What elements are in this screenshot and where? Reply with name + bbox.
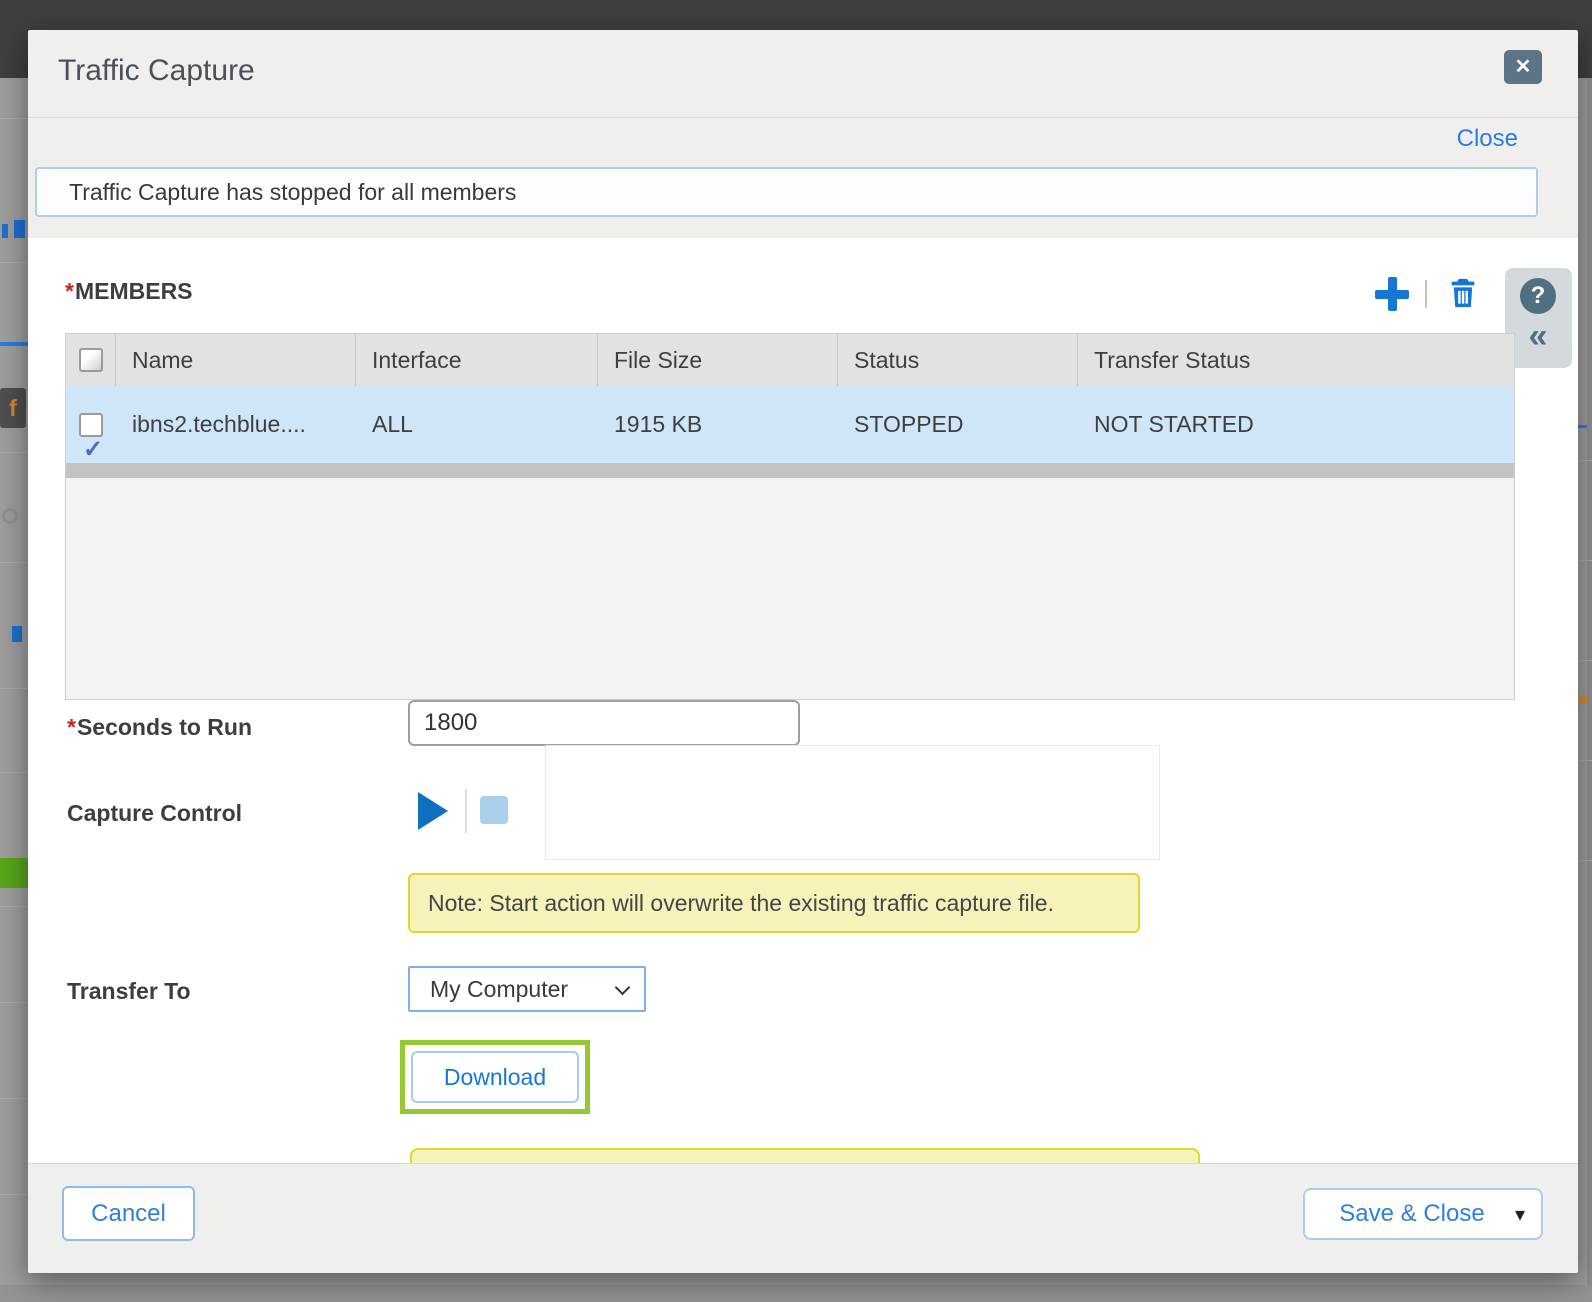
add-member-button[interactable] <box>1375 276 1411 312</box>
capture-control-label: Capture Control <box>67 800 242 827</box>
background-green-bar <box>0 858 28 888</box>
background-tab-indicator <box>0 342 28 346</box>
background-divider <box>0 262 28 263</box>
transfer-to-select[interactable]: My Computer <box>408 966 646 1012</box>
cancel-button[interactable]: Cancel <box>62 1186 195 1241</box>
close-icon[interactable]: ✕ <box>1504 50 1542 84</box>
background-divider <box>0 688 28 689</box>
check-icon: ✓ <box>83 411 103 464</box>
background-link-fragment <box>2 224 8 238</box>
status-message: Traffic Capture has stopped for all memb… <box>35 167 1538 217</box>
dialog-title: Traffic Capture <box>58 54 255 88</box>
required-asterisk: * <box>67 714 76 740</box>
required-asterisk: * <box>65 278 74 304</box>
background-divider <box>0 1194 28 1195</box>
stop-capture-button[interactable] <box>480 796 508 824</box>
clipped-note <box>410 1148 1200 1163</box>
side-panel: ? « <box>1505 268 1572 368</box>
caret-down-icon: ▾ <box>1515 1202 1525 1227</box>
capture-control-divider <box>465 789 467 833</box>
background-divider <box>1578 560 1592 561</box>
background-scrollbar[interactable] <box>1587 78 1592 1302</box>
dialog-titlebar: Traffic Capture ✕ <box>28 30 1578 118</box>
seconds-to-run-label: *Seconds to Run <box>67 714 252 741</box>
download-highlight-box: Download <box>400 1040 590 1114</box>
seconds-to-run-input[interactable] <box>408 700 800 746</box>
save-close-button[interactable]: Save & Close ▾ <box>1303 1188 1543 1240</box>
play-icon <box>418 792 448 830</box>
background-glyph-fragment <box>2 508 18 524</box>
background-divider <box>1578 760 1592 761</box>
background-link-fragment <box>12 626 22 642</box>
background-page-left-fragment: f <box>0 0 28 1302</box>
background-link-fragment <box>14 220 25 238</box>
background-badge: f <box>0 388 26 428</box>
horizontal-scrollbar[interactable] <box>66 463 1514 478</box>
download-button[interactable]: Download <box>411 1051 579 1103</box>
column-header-status[interactable]: Status <box>838 334 1078 386</box>
row-checkbox[interactable]: ✓ <box>79 413 103 437</box>
table-header: Name Interface File Size Status Transfer… <box>66 334 1514 386</box>
column-header-name[interactable]: Name <box>116 334 356 386</box>
background-divider <box>0 1002 28 1003</box>
background-divider <box>1578 860 1592 861</box>
column-header-file-size[interactable]: File Size <box>598 334 838 386</box>
background-divider <box>0 452 28 453</box>
trash-icon <box>1446 298 1480 313</box>
plus-icon <box>1375 277 1409 311</box>
cell-transfer-status: NOT STARTED <box>1078 386 1514 463</box>
cell-interface: ALL <box>356 386 598 463</box>
background-divider <box>0 906 28 907</box>
transfer-to-value: My Computer <box>430 968 568 1010</box>
seconds-label-text: Seconds to Run <box>77 714 252 740</box>
cell-status: STOPPED <box>838 386 1078 463</box>
members-label-text: MEMBERS <box>75 278 193 304</box>
screen: f Traffic Capture ✕ Close Traffic Captur… <box>0 0 1592 1302</box>
help-icon[interactable]: ? <box>1520 278 1556 314</box>
background-footer-band <box>0 1285 1592 1302</box>
traffic-capture-dialog: Traffic Capture ✕ Close Traffic Capture … <box>28 30 1578 1273</box>
toolbar-divider <box>1425 280 1427 308</box>
transfer-to-label: Transfer To <box>67 978 191 1005</box>
background-divider <box>0 772 28 773</box>
save-close-label: Save & Close <box>1339 1200 1484 1227</box>
background-divider <box>0 118 28 119</box>
select-all-checkbox[interactable] <box>79 348 103 372</box>
background-divider <box>0 562 28 563</box>
members-label: *MEMBERS <box>65 278 193 305</box>
start-capture-button[interactable] <box>418 791 452 831</box>
column-header-interface[interactable]: Interface <box>356 334 598 386</box>
overwrite-note: Note: Start action will overwrite the ex… <box>408 873 1140 933</box>
header-checkbox-cell <box>66 334 116 386</box>
dialog-subheader: Close Traffic Capture has stopped for al… <box>28 119 1578 238</box>
background-divider <box>1578 460 1592 461</box>
table-row[interactable]: ✓ ibns2.techblue.... ALL 1915 KB STOPPED… <box>66 386 1514 463</box>
close-link[interactable]: Close <box>1457 125 1518 153</box>
cell-file-size: 1915 KB <box>598 386 838 463</box>
faded-note-outline <box>545 745 1160 860</box>
row-checkbox-cell: ✓ <box>66 386 116 463</box>
cell-name: ibns2.techblue.... <box>116 386 356 463</box>
background-divider <box>0 1098 28 1099</box>
dialog-body: *MEMBERS ? « <box>28 238 1578 1163</box>
background-page-right-fragment <box>1578 0 1592 1302</box>
collapse-icon[interactable]: « <box>1520 316 1556 356</box>
delete-member-button[interactable] <box>1445 276 1481 312</box>
background-divider <box>1578 660 1592 661</box>
column-header-transfer-status[interactable]: Transfer Status <box>1078 334 1514 386</box>
members-table: Name Interface File Size Status Transfer… <box>65 333 1515 700</box>
chevron-down-icon <box>615 980 631 996</box>
dialog-footer: Cancel Save & Close ▾ <box>28 1163 1578 1273</box>
